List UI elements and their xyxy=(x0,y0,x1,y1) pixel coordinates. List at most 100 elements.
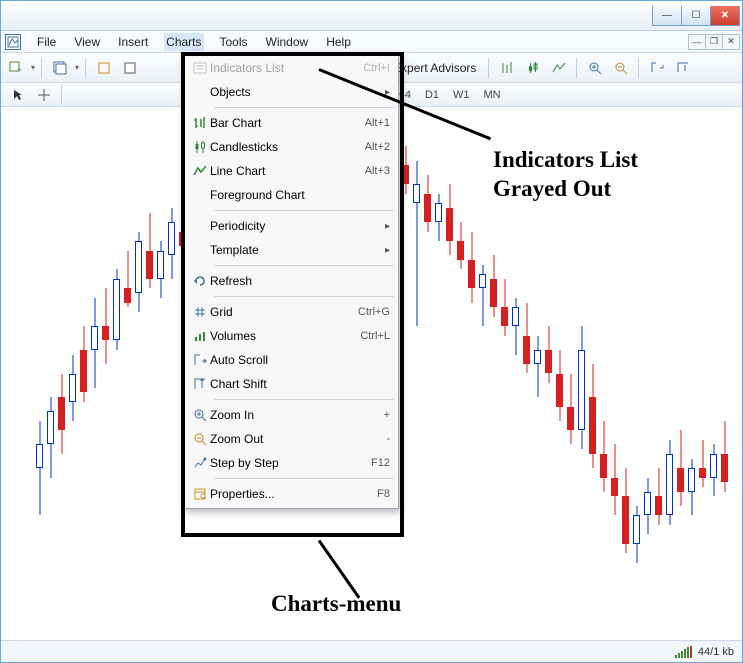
chart-shift-button[interactable] xyxy=(672,57,694,79)
menu-item-zoom-in[interactable]: Zoom In+ xyxy=(186,403,396,427)
timeframe-w1[interactable]: W1 xyxy=(448,86,475,104)
zoom-in-button[interactable] xyxy=(584,57,606,79)
refresh-icon xyxy=(190,274,210,288)
candle xyxy=(47,107,54,640)
line-chart-button[interactable] xyxy=(548,57,570,79)
bar-chart-button[interactable] xyxy=(496,57,518,79)
candle xyxy=(424,107,431,640)
menu-item-shortcut: F8 xyxy=(377,488,390,500)
menu-item-grid[interactable]: GridCtrl+G xyxy=(186,300,396,324)
menu-item-refresh[interactable]: Refresh xyxy=(186,269,396,293)
maximize-icon: ☐ xyxy=(692,10,701,21)
menu-item-label: Properties... xyxy=(210,487,377,501)
submenu-arrow-icon: ▸ xyxy=(385,87,390,98)
menu-item-auto-scroll[interactable]: Auto Scroll xyxy=(186,348,396,372)
menu-item-volumes[interactable]: VolumesCtrl+L xyxy=(186,324,396,348)
candle xyxy=(457,107,464,640)
menu-item-indicators-list: Indicators ListCtrl+I xyxy=(186,56,396,80)
step-icon xyxy=(190,456,210,470)
menu-item-shortcut: Ctrl+L xyxy=(360,330,390,342)
timeframe-d1[interactable]: D1 xyxy=(420,86,444,104)
menu-item-shortcut: + xyxy=(384,409,390,421)
menu-file[interactable]: File xyxy=(35,33,58,51)
candle xyxy=(135,107,142,640)
candle xyxy=(534,107,541,640)
candle xyxy=(622,107,629,640)
timeframe-mn[interactable]: MN xyxy=(479,86,506,104)
close-button[interactable]: ✕ xyxy=(710,6,740,26)
menu-item-label: Candlesticks xyxy=(210,140,365,154)
menu-item-label: Template xyxy=(210,243,385,257)
bar-chart-icon xyxy=(190,116,210,130)
candle xyxy=(168,107,175,640)
menu-item-zoom-out[interactable]: Zoom Out- xyxy=(186,427,396,451)
mdi-restore-button[interactable]: ❐ xyxy=(705,34,723,50)
candle xyxy=(589,107,596,640)
candle xyxy=(710,107,717,640)
menu-view[interactable]: View xyxy=(72,33,102,51)
menu-help[interactable]: Help xyxy=(324,33,353,51)
candle xyxy=(666,107,673,640)
minimize-button[interactable]: — xyxy=(652,6,682,26)
menu-item-line-chart[interactable]: Line ChartAlt+3 xyxy=(186,159,396,183)
new-chart-button[interactable]: + xyxy=(5,57,27,79)
separator xyxy=(214,296,394,297)
menu-item-label: Chart Shift xyxy=(210,377,390,391)
menu-item-label: Periodicity xyxy=(210,219,385,233)
menu-item-template[interactable]: Template▸ xyxy=(186,238,396,262)
menu-charts[interactable]: Charts xyxy=(164,33,203,51)
auto-scroll-button[interactable] xyxy=(646,57,668,79)
profiles-button[interactable] xyxy=(49,57,71,79)
crosshair-button[interactable] xyxy=(33,84,55,106)
mdi-close-button[interactable]: ✕ xyxy=(722,34,740,50)
menu-item-shortcut: Ctrl+I xyxy=(363,62,390,74)
close-icon: ✕ xyxy=(721,10,729,21)
menu-item-label: Auto Scroll xyxy=(210,353,390,367)
menu-item-bar-chart[interactable]: Bar ChartAlt+1 xyxy=(186,111,396,135)
minimize-icon: — xyxy=(662,10,672,21)
titlebar: — ☐ ✕ xyxy=(1,1,742,31)
cursor-button[interactable] xyxy=(7,84,29,106)
mdi-minimize-button[interactable]: — xyxy=(688,34,706,50)
menu-item-step-by-step[interactable]: Step by StepF12 xyxy=(186,451,396,475)
menu-item-candlesticks[interactable]: CandlesticksAlt+2 xyxy=(186,135,396,159)
autoscroll-icon xyxy=(190,353,210,367)
candle xyxy=(91,107,98,640)
menu-item-properties[interactable]: Properties...F8 xyxy=(186,482,396,506)
menu-window[interactable]: Window xyxy=(264,33,311,51)
menu-item-foreground-chart[interactable]: Foreground Chart xyxy=(186,183,396,207)
menu-item-shortcut: - xyxy=(386,433,390,445)
candle xyxy=(556,107,563,640)
maximize-button[interactable]: ☐ xyxy=(681,6,711,26)
zoom-out-button[interactable] xyxy=(610,57,632,79)
data-window-button[interactable] xyxy=(119,57,141,79)
candle xyxy=(113,107,120,640)
expert-advisors-label: Expert Advisors xyxy=(393,61,476,75)
properties-icon xyxy=(190,487,210,501)
candle xyxy=(490,107,497,640)
candle xyxy=(402,107,409,640)
candle xyxy=(102,107,109,640)
candle xyxy=(413,107,420,640)
menu-item-label: Line Chart xyxy=(210,164,365,178)
candle xyxy=(633,107,640,640)
menu-tools[interactable]: Tools xyxy=(218,33,250,51)
menu-item-objects[interactable]: Objects▸ xyxy=(186,80,396,104)
menu-item-shortcut: Alt+2 xyxy=(365,141,390,153)
market-watch-button[interactable] xyxy=(93,57,115,79)
separator xyxy=(214,210,394,211)
menu-insert[interactable]: Insert xyxy=(116,33,150,51)
menu-item-shortcut: Alt+1 xyxy=(365,117,390,129)
candle xyxy=(677,107,684,640)
separator xyxy=(214,478,394,479)
candle xyxy=(721,107,728,640)
separator xyxy=(214,399,394,400)
menu-item-periodicity[interactable]: Periodicity▸ xyxy=(186,214,396,238)
candle xyxy=(58,107,65,640)
candle xyxy=(699,107,706,640)
candle xyxy=(611,107,618,640)
svg-text:+: + xyxy=(17,65,22,74)
candlestick-button[interactable] xyxy=(522,57,544,79)
charts-dropdown-menu: Indicators ListCtrl+IObjects▸ Bar ChartAl… xyxy=(183,53,399,509)
menu-item-chart-shift[interactable]: Chart Shift xyxy=(186,372,396,396)
